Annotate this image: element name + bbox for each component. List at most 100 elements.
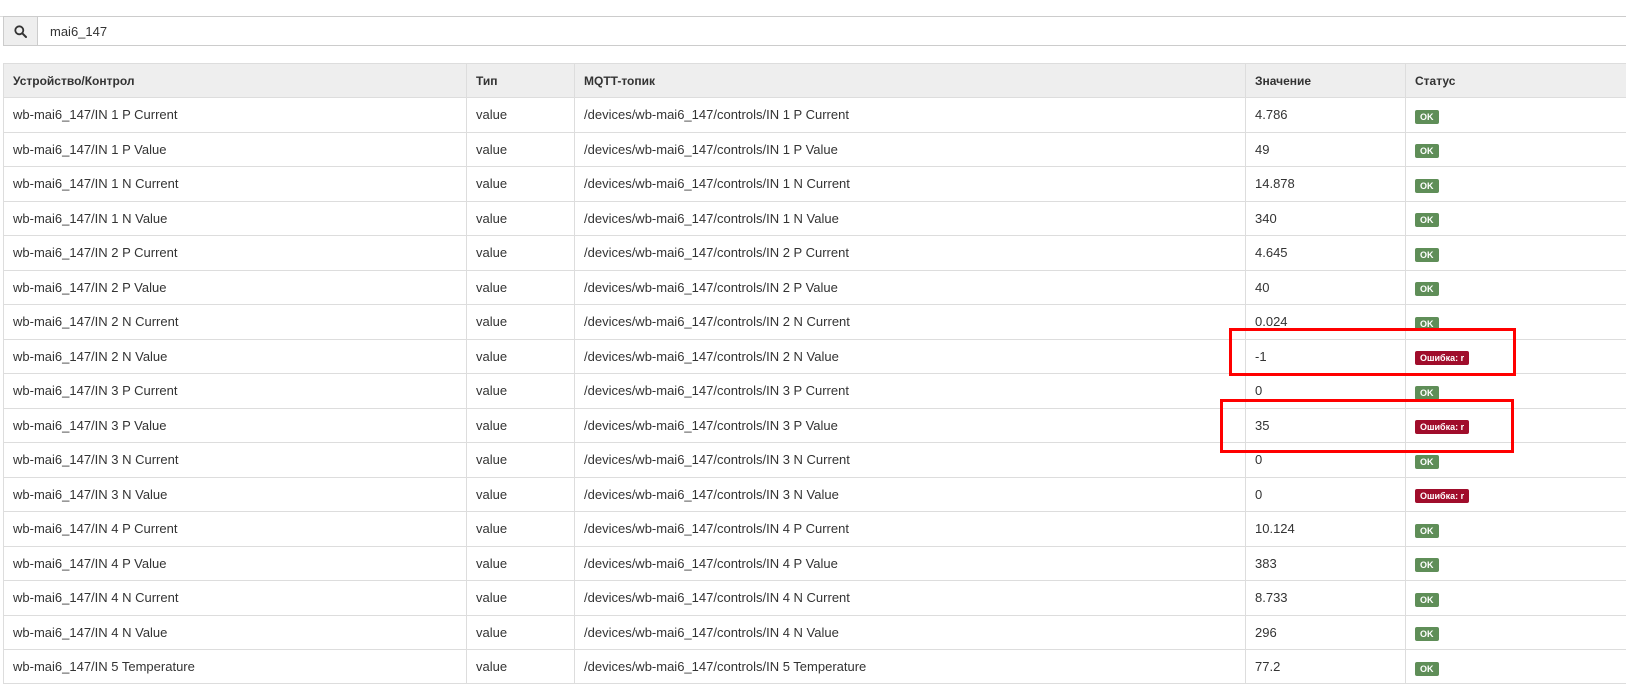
status-badge-ok: OK	[1415, 523, 1439, 538]
cell-type: value	[466, 200, 575, 236]
cell-value: 10.124	[1245, 511, 1406, 547]
cell-control: wb-mai6_147/IN 4 P Current	[3, 511, 467, 547]
search-addon[interactable]	[4, 17, 38, 45]
table-row[interactable]: wb-mai6_147/IN 3 N Value value/devices/wb…	[3, 476, 1626, 512]
cell-control: wb-mai6_147/IN 2 P Current	[3, 235, 467, 271]
header-status[interactable]: Статус	[1405, 63, 1626, 98]
status-badge-ok: OK	[1415, 385, 1439, 400]
highlight-box-in3p	[1220, 399, 1514, 453]
cell-type: value	[466, 580, 575, 616]
cell-value: 383	[1245, 545, 1406, 581]
table-row[interactable]: wb-mai6_147/IN 5 Temperature value/device…	[3, 649, 1626, 684]
cell-control: wb-mai6_147/IN 3 N Current	[3, 442, 467, 478]
cell-type: value	[466, 511, 575, 547]
cell-status: OK	[1405, 97, 1626, 133]
cell-status: OK	[1405, 511, 1626, 547]
cell-status: OK	[1405, 545, 1626, 581]
cell-mqtt-topic: /devices/wb-mai6_147/controls/IN 1 P Val…	[574, 131, 1246, 167]
cell-mqtt-topic: /devices/wb-mai6_147/controls/IN 4 P Cur…	[574, 511, 1246, 547]
cell-mqtt-topic: /devices/wb-mai6_147/controls/IN 2 N Val…	[574, 338, 1246, 374]
cell-control: wb-mai6_147/IN 2 N Current	[3, 304, 467, 340]
highlight-box-in2n	[1229, 328, 1516, 376]
cell-mqtt-topic: /devices/wb-mai6_147/controls/IN 1 P Cur…	[574, 97, 1246, 133]
table-row[interactable]: wb-mai6_147/IN 4 N Value value/devices/wb…	[3, 614, 1626, 650]
cell-type: value	[466, 131, 575, 167]
table-row[interactable]: wb-mai6_147/IN 4 P Current value/devices/…	[3, 511, 1626, 547]
search-bar	[3, 16, 1626, 46]
cell-control: wb-mai6_147/IN 4 N Current	[3, 580, 467, 616]
table-row[interactable]: wb-mai6_147/IN 1 N Value value/devices/wb…	[3, 200, 1626, 236]
table-row[interactable]: wb-mai6_147/IN 1 P Current value/devices/…	[3, 97, 1626, 133]
cell-value: 296	[1245, 614, 1406, 650]
cell-control: wb-mai6_147/IN 5 Temperature	[3, 649, 467, 684]
cell-status: OK	[1405, 269, 1626, 305]
search-input[interactable]	[38, 17, 1626, 45]
cell-type: value	[466, 649, 575, 684]
cell-value: 4.645	[1245, 235, 1406, 271]
cell-mqtt-topic: /devices/wb-mai6_147/controls/IN 5 Tempe…	[574, 649, 1246, 684]
status-badge-ok: OK	[1415, 178, 1439, 193]
cell-type: value	[466, 97, 575, 133]
header-value[interactable]: Значение	[1245, 63, 1406, 98]
cell-mqtt-topic: /devices/wb-mai6_147/controls/IN 2 P Val…	[574, 269, 1246, 305]
cell-value: 40	[1245, 269, 1406, 305]
status-badge-ok: OK	[1415, 558, 1439, 573]
cell-status: Ошибка: r	[1405, 476, 1626, 512]
cell-mqtt-topic: /devices/wb-mai6_147/controls/IN 4 P Val…	[574, 545, 1246, 581]
header-mqtt-topic[interactable]: MQTT-топик	[574, 63, 1246, 98]
cell-type: value	[466, 476, 575, 512]
cell-mqtt-topic: /devices/wb-mai6_147/controls/IN 3 P Val…	[574, 407, 1246, 443]
cell-type: value	[466, 614, 575, 650]
table-header-row: Устройство/Контрол Тип MQTT-топик Значен…	[3, 63, 1626, 98]
cell-type: value	[466, 166, 575, 202]
table-row[interactable]: wb-mai6_147/IN 1 N Current value/devices/…	[3, 166, 1626, 202]
cell-control: wb-mai6_147/IN 2 N Value	[3, 338, 467, 374]
cell-mqtt-topic: /devices/wb-mai6_147/controls/IN 4 N Cur…	[574, 580, 1246, 616]
cell-value: 8.733	[1245, 580, 1406, 616]
cell-status: OK	[1405, 166, 1626, 202]
status-badge-ok: OK	[1415, 144, 1439, 159]
cell-mqtt-topic: /devices/wb-mai6_147/controls/IN 2 P Cur…	[574, 235, 1246, 271]
cell-mqtt-topic: /devices/wb-mai6_147/controls/IN 4 N Val…	[574, 614, 1246, 650]
table-row[interactable]: wb-mai6_147/IN 2 P Value value/devices/wb…	[3, 269, 1626, 305]
cell-control: wb-mai6_147/IN 3 P Current	[3, 373, 467, 409]
cell-value: 49	[1245, 131, 1406, 167]
cell-value: 340	[1245, 200, 1406, 236]
cell-control: wb-mai6_147/IN 3 P Value	[3, 407, 467, 443]
search-icon	[14, 24, 27, 38]
cell-mqtt-topic: /devices/wb-mai6_147/controls/IN 1 N Cur…	[574, 166, 1246, 202]
cell-type: value	[466, 545, 575, 581]
cell-control: wb-mai6_147/IN 1 P Current	[3, 97, 467, 133]
cell-mqtt-topic: /devices/wb-mai6_147/controls/IN 3 N Cur…	[574, 442, 1246, 478]
cell-control: wb-mai6_147/IN 1 P Value	[3, 131, 467, 167]
cell-mqtt-topic: /devices/wb-mai6_147/controls/IN 3 N Val…	[574, 476, 1246, 512]
header-type[interactable]: Тип	[466, 63, 575, 98]
cell-status: OK	[1405, 614, 1626, 650]
table-row[interactable]: wb-mai6_147/IN 1 P Value value/devices/wb…	[3, 131, 1626, 167]
cell-control: wb-mai6_147/IN 1 N Value	[3, 200, 467, 236]
table-row[interactable]: wb-mai6_147/IN 4 N Current value/devices/…	[3, 580, 1626, 616]
table-row[interactable]: wb-mai6_147/IN 2 P Current value/devices/…	[3, 235, 1626, 271]
cell-status: OK	[1405, 200, 1626, 236]
table-row[interactable]: wb-mai6_147/IN 4 P Value value/devices/wb…	[3, 545, 1626, 581]
status-badge-ok: OK	[1415, 454, 1439, 469]
status-badge-ok: OK	[1415, 109, 1439, 124]
cell-status: OK	[1405, 580, 1626, 616]
cell-mqtt-topic: /devices/wb-mai6_147/controls/IN 1 N Val…	[574, 200, 1246, 236]
cell-control: wb-mai6_147/IN 1 N Current	[3, 166, 467, 202]
status-badge-ok: OK	[1415, 661, 1439, 676]
status-badge-ok: OK	[1415, 627, 1439, 642]
status-badge-error: Ошибка: r	[1415, 489, 1470, 504]
cell-type: value	[466, 269, 575, 305]
cell-control: wb-mai6_147/IN 4 N Value	[3, 614, 467, 650]
header-control[interactable]: Устройство/Контрол	[3, 63, 467, 98]
cell-control: wb-mai6_147/IN 4 P Value	[3, 545, 467, 581]
cell-value: 4.786	[1245, 97, 1406, 133]
cell-control: wb-mai6_147/IN 2 P Value	[3, 269, 467, 305]
status-badge-ok: OK	[1415, 213, 1439, 228]
cell-value: 14.878	[1245, 166, 1406, 202]
status-badge-ok: OK	[1415, 592, 1439, 607]
cell-type: value	[466, 235, 575, 271]
cell-status: OK	[1405, 649, 1626, 684]
cell-control: wb-mai6_147/IN 3 N Value	[3, 476, 467, 512]
